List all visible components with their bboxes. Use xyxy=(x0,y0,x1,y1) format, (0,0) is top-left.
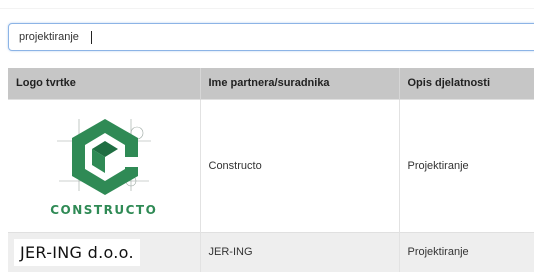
column-header-description[interactable]: Opis djelatnosti xyxy=(399,68,534,99)
column-header-logo[interactable]: Logo tvrtke xyxy=(8,68,201,99)
table-row[interactable]: JER-ING d.o.o. JER-ING Projektiranje xyxy=(8,231,534,272)
table-row[interactable]: CONSTRUCTO Constructo Projektiranje xyxy=(8,98,534,232)
partners-table: Logo tvrtke Ime partnera/suradnika Opis … xyxy=(8,68,534,272)
description-cell: Projektiranje xyxy=(399,231,534,272)
constructo-logo: CONSTRUCTO xyxy=(39,111,169,221)
top-bar xyxy=(0,0,534,9)
text-caret xyxy=(91,31,92,44)
description-cell: Projektiranje xyxy=(399,98,534,232)
column-header-partner-name[interactable]: Ime partnera/suradnika xyxy=(200,68,400,99)
constructo-logo-text: CONSTRUCTO xyxy=(50,202,158,217)
search-input[interactable] xyxy=(9,24,519,50)
table-header-row: Logo tvrtke Ime partnera/suradnika Opis … xyxy=(8,68,534,99)
partner-name-cell: Constructo xyxy=(200,98,400,232)
logo-cell: CONSTRUCTO xyxy=(8,98,201,232)
logo-cell: JER-ING d.o.o. xyxy=(8,231,201,272)
constructo-logo-icon xyxy=(56,118,151,195)
partner-name-cell: JER-ING xyxy=(200,231,400,272)
search-field[interactable] xyxy=(8,23,534,51)
jering-logo: JER-ING d.o.o. xyxy=(14,238,140,266)
